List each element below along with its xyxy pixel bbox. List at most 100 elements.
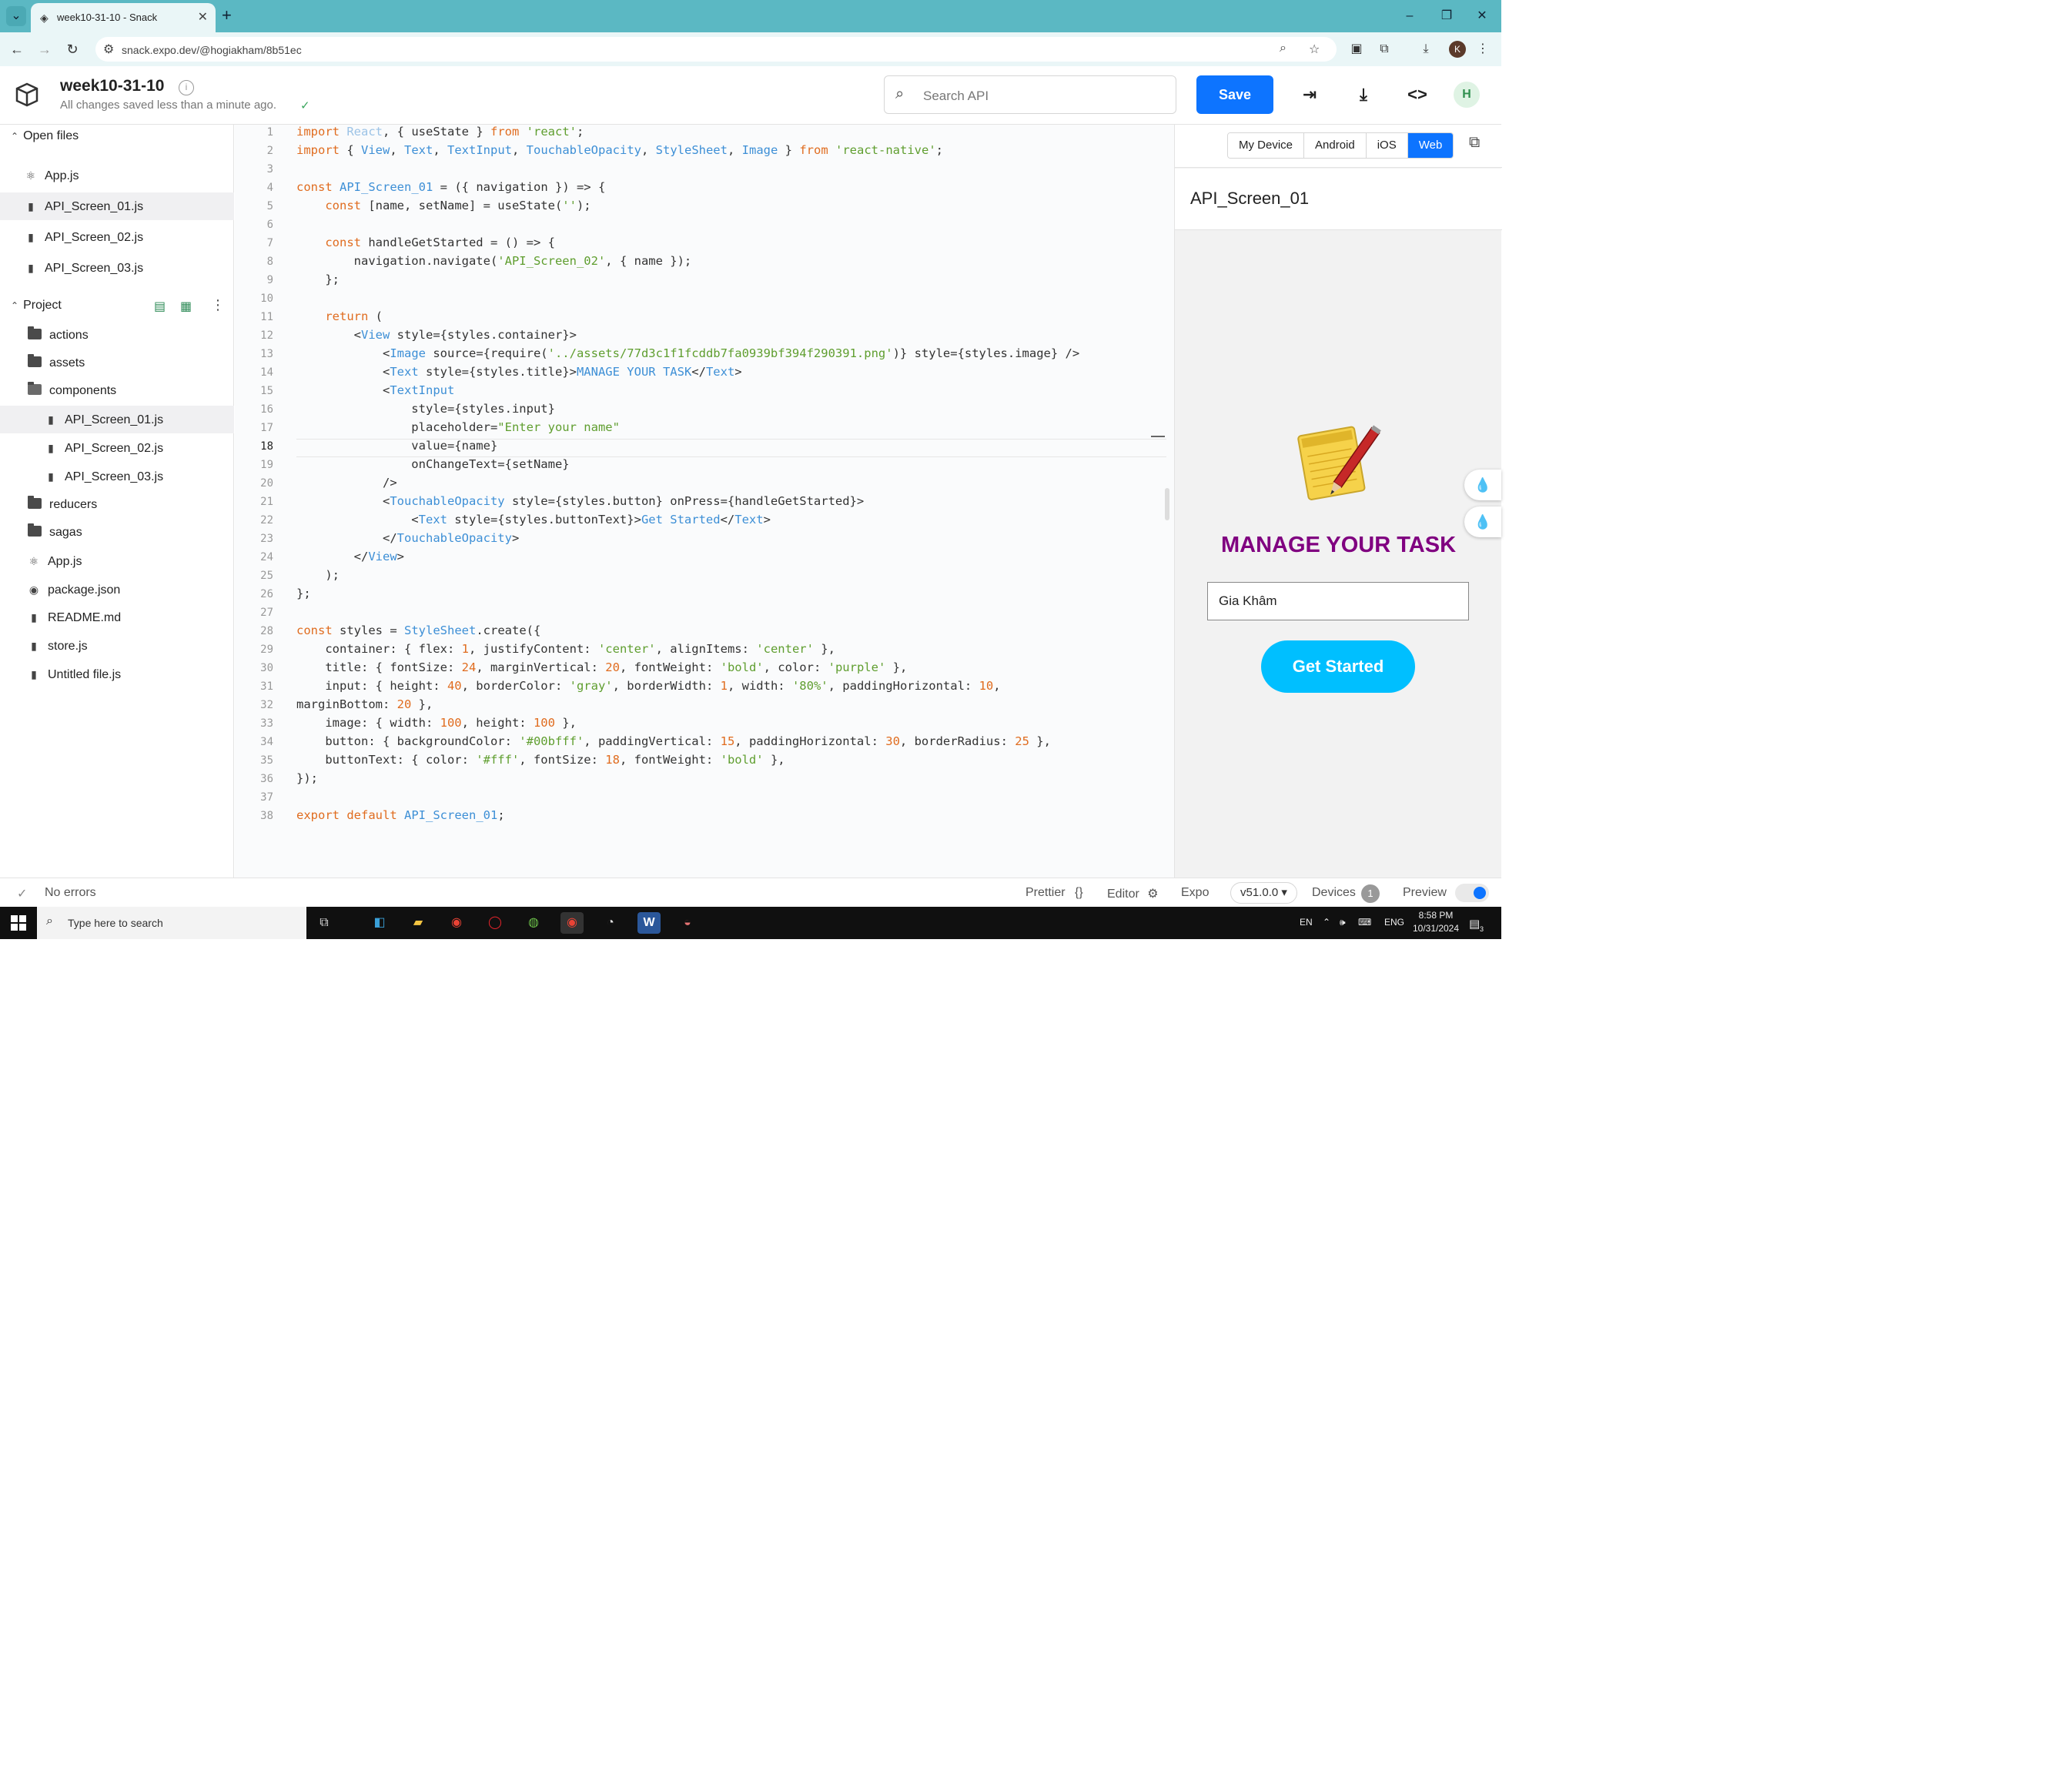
browser-tab[interactable]: ◈ week10-31-10 - Snack ✕ — [31, 3, 216, 32]
taskbar-search[interactable]: ⌕ Type here to search — [37, 907, 306, 939]
close-window-icon[interactable]: ✕ — [1464, 5, 1500, 28]
clock-time[interactable]: 8:58 PM — [1409, 910, 1463, 921]
tab-close-icon[interactable]: ✕ — [198, 9, 208, 25]
open-device-icon[interactable]: ⇥ — [1298, 83, 1321, 106]
project-header[interactable]: ⌃ Project — [11, 299, 62, 313]
open-files-header[interactable]: ⌃ Open files — [11, 129, 79, 143]
tree-file-api-screen-03[interactable]: ▮ API_Screen_03.js — [0, 463, 234, 490]
open-file-api-screen-01[interactable]: ▮ API_Screen_01.js — [0, 192, 234, 220]
name-input[interactable]: Gia Khâm — [1207, 582, 1469, 620]
folder-icon — [28, 496, 42, 509]
restore-icon[interactable]: ❐ — [1429, 5, 1464, 28]
tab-my-device[interactable]: My Device — [1228, 133, 1305, 158]
app-icon-car[interactable]: ◒ — [676, 912, 699, 934]
new-file-icon[interactable]: ▤ — [154, 299, 166, 314]
folder-reducers[interactable]: reducers — [0, 491, 234, 519]
editor-settings-button[interactable]: Editor ⚙ — [1107, 886, 1159, 901]
folder-components[interactable]: components — [0, 377, 234, 405]
zoom-icon[interactable]: ⌕ — [1280, 42, 1286, 55]
tree-file-api-screen-01[interactable]: ▮ API_Screen_01.js — [0, 406, 234, 433]
tree-file-app-js[interactable]: ⚛ App.js — [0, 547, 234, 575]
windows-start-icon[interactable] — [11, 915, 26, 931]
opera-icon[interactable]: ◯ — [483, 912, 507, 934]
preview-toggle[interactable] — [1455, 884, 1489, 902]
word-icon[interactable]: W — [637, 912, 661, 934]
preview-label: Preview — [1403, 886, 1447, 899]
folder-sagas[interactable]: sagas — [0, 519, 234, 547]
snack-assistant-icon-2[interactable]: 💧 — [1464, 507, 1501, 537]
folder-actions[interactable]: actions — [0, 322, 234, 349]
devices-count-badge: 1 — [1361, 884, 1380, 903]
chrome-icon[interactable]: ◉ — [445, 912, 468, 934]
tray-chevron-icon[interactable]: ⌃ — [1323, 917, 1330, 928]
site-info-icon[interactable]: ⚙ — [103, 42, 114, 57]
expo-version-select[interactable]: v51.0.0 ▾ — [1230, 882, 1297, 904]
prettier-button[interactable]: Prettier {} — [1026, 886, 1083, 900]
extension-icon[interactable]: ▣ — [1347, 40, 1366, 59]
notification-icon[interactable]: ▤ — [1469, 917, 1480, 931]
tree-file-package-json[interactable]: ◉ package.json — [0, 576, 234, 603]
new-folder-icon[interactable]: ▦ — [180, 299, 192, 314]
error-status[interactable]: No errors — [45, 886, 96, 900]
language-indicator[interactable]: EN — [1300, 917, 1313, 928]
bookmark-star-icon[interactable]: ☆ — [1309, 42, 1320, 57]
project-label: Project — [23, 299, 62, 312]
back-icon[interactable]: ← — [8, 40, 26, 59]
line-number: 30 — [260, 662, 273, 674]
folder-assets[interactable]: assets — [0, 349, 234, 377]
volume-icon[interactable]: 🕪 — [1340, 917, 1346, 928]
save-button[interactable]: Save — [1196, 75, 1273, 114]
tree-file-readme[interactable]: ▮ README.md — [0, 603, 234, 631]
open-in-new-window-icon[interactable]: ⧉ — [1469, 134, 1480, 152]
embed-code-icon[interactable]: <> — [1406, 83, 1429, 106]
puzzle-icon[interactable]: ⧉ — [1375, 40, 1394, 59]
tab-android[interactable]: Android — [1304, 133, 1367, 158]
clock-date[interactable]: 10/31/2024 — [1409, 923, 1463, 934]
tree-file-label: package.json — [48, 583, 121, 597]
tree-file-untitled[interactable]: ▮ Untitled file.js — [0, 660, 234, 688]
download-icon[interactable]: ⤓ — [1417, 40, 1435, 59]
app-icon-1[interactable]: ◧ — [368, 912, 391, 934]
open-file-label: API_Screen_01.js — [45, 200, 144, 213]
chrome-active-icon[interactable]: ◉ — [560, 912, 584, 934]
project-title[interactable]: week10-31-10 — [60, 77, 164, 95]
more-options-icon[interactable]: ⋮ — [211, 297, 225, 313]
input-language[interactable]: ENG — [1384, 917, 1404, 928]
tab-ios[interactable]: iOS — [1366, 133, 1408, 158]
download-project-icon[interactable]: ⤓ — [1352, 83, 1375, 106]
folder-label: actions — [49, 329, 89, 342]
info-icon[interactable]: i — [179, 80, 194, 95]
code-content[interactable]: import React, { useState } from 'react';… — [296, 125, 1166, 878]
get-started-button[interactable]: Get Started — [1261, 640, 1415, 693]
snack-logo-icon[interactable] — [14, 82, 40, 108]
address-bar[interactable]: ⚙ snack.expo.dev/@hogiakham/8b51ec ⌕ ☆ — [95, 37, 1337, 62]
code-editor[interactable]: 1 2 3 4 5 6 7 8 9 10 11 12 13 14 15 16 17 18 19 20 21 22 23 24 2… — [235, 125, 1174, 878]
search-api-input[interactable]: ⌕ Search API — [884, 75, 1176, 114]
line-number: 10 — [260, 293, 273, 305]
keyboard-icon[interactable]: ⌨ — [1358, 917, 1371, 928]
tree-file-store-js[interactable]: ▮ store.js — [0, 632, 234, 660]
devices-label[interactable]: Devices — [1312, 886, 1356, 900]
editor-scrollbar[interactable] — [1165, 488, 1169, 520]
line-number: 1 — [266, 126, 273, 139]
snack-assistant-icon[interactable]: 💧 — [1464, 470, 1501, 500]
open-file-api-screen-03[interactable]: ▮ API_Screen_03.js — [0, 254, 234, 282]
tab-web[interactable]: Web — [1407, 133, 1454, 158]
browser-menu-icon[interactable]: ⋮ — [1474, 40, 1492, 59]
file-explorer-icon[interactable]: ▰ — [407, 912, 430, 934]
task-view-icon[interactable]: ⧉ — [313, 912, 336, 934]
tree-file-api-screen-02[interactable]: ▮ API_Screen_02.js — [0, 434, 234, 462]
tab-search-chevron-icon[interactable]: ⌄ — [6, 6, 26, 26]
app-icon-green[interactable]: ◍ — [522, 912, 545, 934]
browser-profile-avatar[interactable]: K — [1449, 41, 1466, 58]
minimize-icon[interactable]: – — [1392, 5, 1427, 28]
line-number: 33 — [260, 717, 273, 730]
user-avatar[interactable]: H — [1454, 82, 1480, 108]
forward-icon[interactable]: → — [35, 40, 54, 59]
open-file-app-js[interactable]: ⚛ App.js — [0, 162, 234, 189]
open-file-api-screen-02[interactable]: ▮ API_Screen_02.js — [0, 223, 234, 251]
app-icon-notification[interactable]: ◔ — [599, 912, 622, 934]
reload-icon[interactable]: ↻ — [63, 40, 82, 59]
new-tab-icon[interactable]: + — [222, 6, 232, 25]
check-icon: ✓ — [300, 99, 310, 112]
